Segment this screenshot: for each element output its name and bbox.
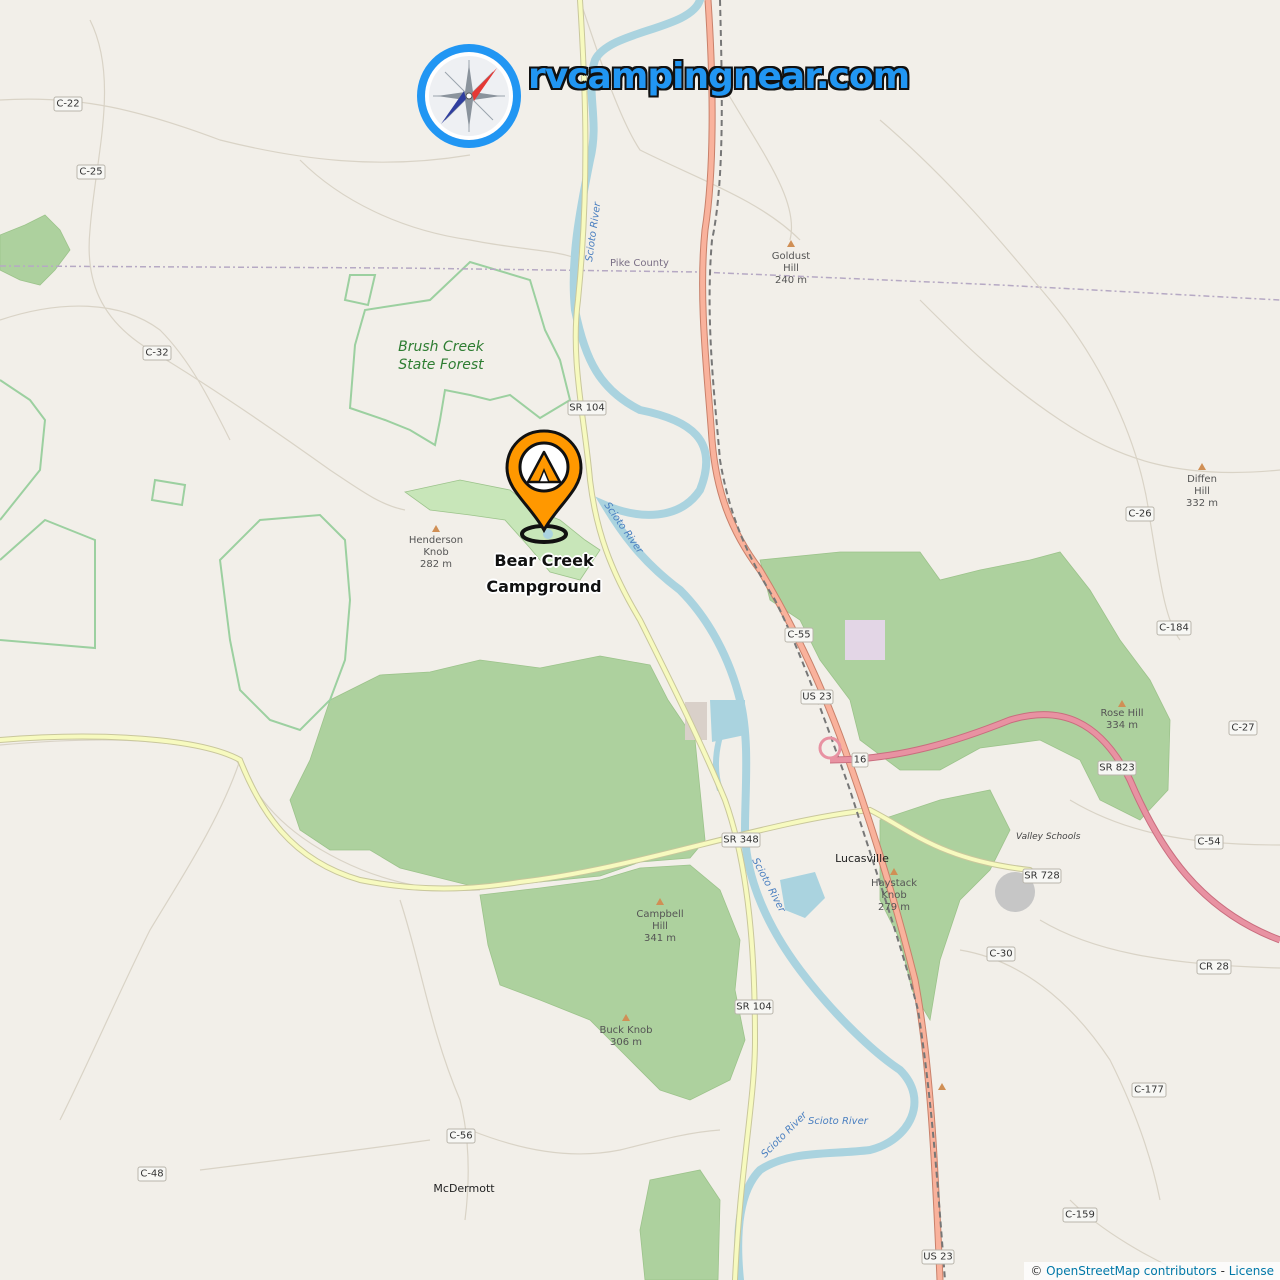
goldust-label-3: 240 m (775, 275, 807, 286)
shield-c-159: C-159 (1062, 1207, 1098, 1223)
haystack-label-3: 279 m (878, 902, 910, 913)
attribution-separator: - (1216, 1264, 1229, 1278)
goldust-label-2: Hill (783, 263, 799, 274)
svg-text:C-48: C-48 (140, 1169, 163, 1180)
shield-c-26: C-26 (1125, 506, 1155, 522)
campground-name-label[interactable]: Bear Creek Campground (474, 548, 614, 600)
svg-text:SR 823: SR 823 (1099, 763, 1135, 774)
svg-text:C-26: C-26 (1128, 509, 1151, 520)
svg-text:C-32: C-32 (145, 348, 168, 359)
campbell-label-3: 341 m (644, 933, 676, 944)
brand-logo-text[interactable]: rvcampingnear.com (528, 56, 910, 97)
shield-sr-823: SR 823 (1097, 760, 1137, 776)
henderson-label-3: 282 m (420, 559, 452, 570)
shield-sr-104-north: SR 104 (567, 400, 607, 416)
shield-sr-728: SR 728 (1022, 868, 1062, 884)
town-lucasville: Lucasville (835, 852, 889, 865)
forest-patch-southmost (639, 1169, 721, 1280)
svg-text:C-27: C-27 (1231, 723, 1254, 734)
river-label-south-3: Scioto River (808, 1116, 869, 1127)
shield-c-177: C-177 (1131, 1082, 1167, 1098)
town-mcdermott: McDermott (433, 1182, 495, 1195)
shield-us-23-north: US 23 (800, 689, 834, 705)
henderson-label-2: Knob (423, 547, 448, 558)
shield-cr-28: CR 28 (1196, 959, 1232, 975)
svg-text:C-25: C-25 (79, 167, 102, 178)
brush-creek-label-1: Brush Creek (398, 339, 485, 355)
svg-text:C-30: C-30 (989, 949, 1012, 960)
shield-c-56: C-56 (446, 1128, 476, 1144)
attribution-prefix: © (1030, 1264, 1047, 1278)
shield-c-48: C-48 (137, 1166, 167, 1182)
haystack-label-2: Knob (881, 890, 906, 901)
svg-text:US 23: US 23 (923, 1252, 953, 1263)
shield-sr-104-south: SR 104 (734, 999, 774, 1015)
svg-text:C-159: C-159 (1065, 1210, 1095, 1221)
compass-logo-icon[interactable] (417, 44, 521, 148)
goldust-label-1: Goldust (772, 251, 811, 262)
shield-c-22: C-22 (53, 96, 83, 112)
shield-c-30: C-30 (986, 946, 1016, 962)
campbell-label-2: Hill (652, 921, 668, 932)
shield-us-23-south: US 23 (921, 1249, 955, 1265)
osm-link[interactable]: OpenStreetMap contributors (1046, 1264, 1217, 1278)
buck-label-2: 306 m (610, 1037, 642, 1048)
shield-c-32: C-32 (142, 345, 172, 361)
svg-text:C-22: C-22 (56, 99, 79, 110)
county-label: Pike County (610, 258, 669, 269)
landfill (845, 620, 885, 660)
diffen-label-3: 332 m (1186, 498, 1218, 509)
shield-c-27: C-27 (1228, 720, 1258, 736)
svg-text:C-56: C-56 (449, 1131, 472, 1142)
map-canvas[interactable]: Brush Creek State Forest Pike County Sci… (0, 0, 1280, 1280)
svg-text:SR 104: SR 104 (736, 1002, 772, 1013)
svg-text:C-54: C-54 (1197, 837, 1220, 848)
shield-c-54: C-54 (1194, 834, 1224, 850)
rose-label-1: Rose Hill (1100, 708, 1143, 719)
svg-text:SR 728: SR 728 (1024, 871, 1060, 882)
shield-sr-348: SR 348 (721, 832, 761, 848)
brush-creek-label-2: State Forest (398, 357, 484, 373)
svg-text:SR 104: SR 104 (569, 403, 605, 414)
lake-north (710, 700, 745, 742)
svg-text:CR 28: CR 28 (1199, 962, 1229, 973)
buck-label-1: Buck Knob (599, 1025, 652, 1036)
shield-c-184: C-184 (1156, 620, 1192, 636)
svg-text:C-177: C-177 (1134, 1085, 1164, 1096)
diffen-label-1: Diffen (1187, 474, 1217, 485)
shield-c-25: C-25 (76, 164, 106, 180)
svg-text:SR 348: SR 348 (723, 835, 759, 846)
diffen-label-2: Hill (1194, 486, 1210, 497)
henderson-label-1: Henderson (409, 535, 463, 546)
haystack-label-1: Haystack (871, 878, 917, 889)
valley-schools-label: Valley Schools (1016, 832, 1081, 842)
shield-16: 16 (851, 752, 869, 768)
map-attribution: © OpenStreetMap contributors - License (1024, 1262, 1280, 1280)
shield-c-55: C-55 (784, 627, 814, 643)
svg-text:C-184: C-184 (1159, 623, 1189, 634)
svg-text:C-55: C-55 (787, 630, 810, 641)
rose-label-2: 334 m (1106, 720, 1138, 731)
license-link[interactable]: License (1229, 1264, 1274, 1278)
svg-text:US 23: US 23 (802, 692, 832, 703)
campbell-label-1: Campbell (636, 909, 683, 920)
svg-text:16: 16 (854, 755, 867, 766)
